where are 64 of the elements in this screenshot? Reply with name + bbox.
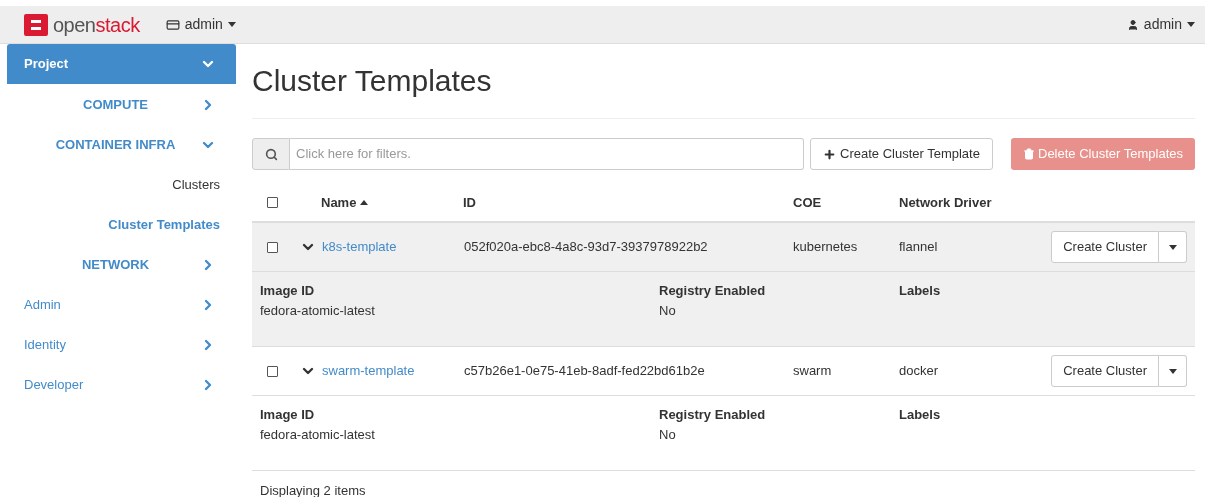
template-link[interactable]: k8s-template [322, 237, 397, 257]
caret-icon [227, 22, 236, 27]
sidebar-item[interactable]: Admin [7, 285, 236, 325]
detail-value: fedora-atomic-latest [260, 425, 376, 444]
item-count: Displaying 2 items [260, 483, 366, 497]
sidebar-label: CONTAINER INFRA [54, 136, 177, 155]
page-title: Cluster Templates [252, 63, 493, 99]
sidebar-label: COMPUTE [82, 96, 149, 115]
table-cell-text: docker [899, 362, 940, 381]
detail-value: No [659, 425, 677, 444]
sidebar-link[interactable]: Clusters [172, 175, 220, 195]
brand-name: openstack [53, 12, 140, 38]
sidebar-item[interactable]: Identity [7, 325, 236, 365]
dropdown-toggle[interactable] [1159, 355, 1187, 387]
search-button[interactable] [252, 138, 290, 170]
search-icon [264, 147, 278, 161]
caret-icon [1187, 22, 1195, 27]
logo-icon [24, 13, 48, 36]
checkbox[interactable] [266, 241, 278, 253]
table-cell-text: 052f020a-ebc8-4a8c-93d7-3937978922b2 [463, 238, 709, 257]
sidebar-item[interactable]: CONTAINER INFRA [7, 125, 236, 165]
column-header[interactable]: COE [793, 192, 822, 213]
create-cluster-button[interactable]: Create Cluster [1051, 355, 1159, 387]
checkbox[interactable] [266, 365, 278, 377]
sidebar-label: Project [24, 55, 70, 74]
sidebar-link[interactable]: Cluster Templates [108, 215, 220, 235]
detail-label: Labels [899, 406, 942, 424]
card-icon [165, 17, 180, 32]
detail-label: Image ID [260, 406, 316, 424]
checkbox[interactable] [266, 197, 278, 208]
user-menu[interactable]: admin [1126, 14, 1195, 35]
column-header[interactable]: ID [463, 192, 476, 213]
column-header[interactable]: Name [321, 192, 357, 213]
detail-value: fedora-atomic-latest [260, 301, 376, 320]
detail-value: No [659, 301, 677, 320]
trash-icon [1023, 148, 1035, 160]
table-cell-text: kubernetes [793, 238, 859, 257]
sidebar-label: Admin [24, 296, 62, 315]
detail-label: Registry Enabled [659, 282, 767, 300]
sidebar-label: Developer [24, 376, 85, 395]
sidebar-item[interactable]: NETWORK [7, 245, 236, 285]
sidebar-item[interactable]: Developer [7, 365, 236, 405]
detail-label: Image ID [260, 282, 316, 300]
caret-icon [1168, 368, 1177, 374]
create-cluster-button[interactable]: Create Cluster [1051, 231, 1159, 263]
table-cell-text: swarm [793, 362, 833, 381]
sort-up-icon [360, 200, 369, 205]
project-menu[interactable]: admin [165, 14, 236, 35]
table-cell-text: flannel [899, 238, 939, 257]
table-cell-text: c57b26e1-0e75-41eb-8adf-fed22bd61b2e [463, 362, 706, 381]
sidebar-item[interactable]: Project [7, 44, 236, 84]
caret-icon [1168, 244, 1177, 250]
template-link[interactable]: swarm-template [322, 361, 415, 381]
detail-label: Registry Enabled [659, 406, 767, 424]
sidebar-label: Identity [24, 336, 67, 355]
sidebar-label: NETWORK [80, 256, 151, 275]
filter-field[interactable]: Click here for filters. [290, 138, 804, 170]
create-template-button[interactable]: Create Cluster Template [810, 138, 993, 170]
detail-label: Labels [899, 282, 942, 300]
plus-icon [823, 147, 836, 161]
user-icon [1126, 18, 1139, 31]
sidebar-item[interactable]: COMPUTE [7, 85, 236, 125]
column-header[interactable]: Network Driver [899, 192, 992, 213]
dropdown-toggle[interactable] [1159, 231, 1187, 263]
